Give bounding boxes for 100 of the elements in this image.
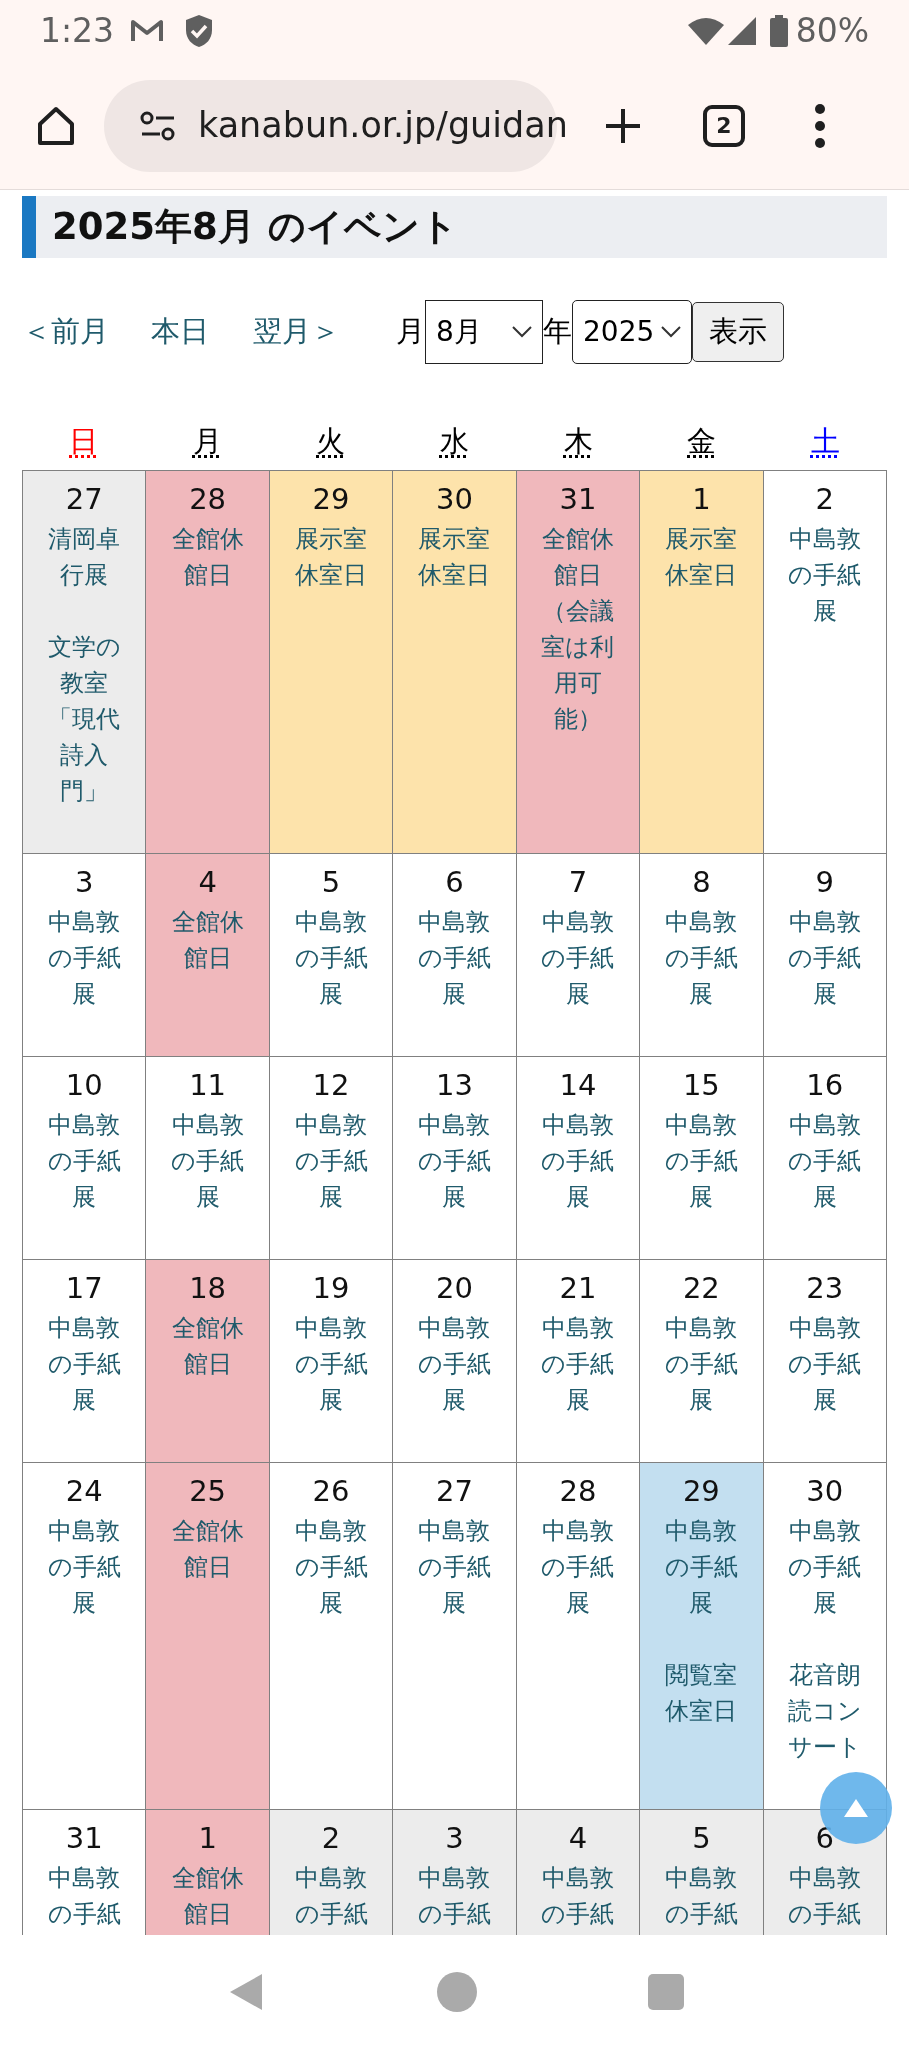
event-link[interactable]: 中島敦の手紙展 — [415, 1310, 494, 1418]
day-number: 8 — [692, 864, 711, 901]
day-number: 27 — [65, 481, 103, 518]
event-link[interactable]: 全館休館日 — [168, 904, 247, 976]
show-button[interactable]: 表示 — [692, 302, 784, 362]
event-link[interactable]: 中島敦の手紙展 — [292, 1310, 371, 1418]
day-number: 28 — [189, 481, 227, 518]
recents-button[interactable] — [647, 1973, 684, 2010]
site-settings-icon — [140, 110, 176, 141]
tab-count-button[interactable]: 2 — [703, 104, 745, 147]
event-link[interactable]: 展示室休室日 — [415, 521, 494, 593]
event-link[interactable]: 中島敦の手紙 — [45, 1860, 124, 1932]
weekday-header: 火 — [316, 423, 346, 461]
event-link[interactable]: 中島敦の手紙展 — [168, 1107, 247, 1215]
event-link[interactable]: 中島敦の手紙 — [292, 1860, 371, 1932]
day-number: 17 — [65, 1270, 103, 1307]
event-link[interactable]: 全館休館日（会議室は利用可能） — [538, 521, 617, 737]
event-link[interactable]: 中島敦の手紙展 — [45, 904, 124, 1012]
event-link[interactable]: 中島敦の手紙展 — [538, 1107, 617, 1215]
battery-icon — [769, 15, 788, 47]
heading-accent-bar — [22, 196, 36, 258]
event-link[interactable]: 中島敦の手紙展 — [292, 1107, 371, 1215]
day-number: 11 — [189, 1067, 227, 1104]
day-number: 21 — [559, 1270, 597, 1307]
day-number: 6 — [445, 864, 464, 901]
event-link[interactable]: 中島敦の手紙 — [538, 1860, 617, 1932]
event-link[interactable]: 中島敦の手紙展 — [785, 1513, 864, 1621]
up-arrow-icon — [843, 1798, 869, 1818]
day-number: 2 — [815, 481, 834, 518]
day-number: 28 — [559, 1473, 597, 1510]
day-number: 27 — [436, 1473, 473, 1510]
event-link[interactable]: 中島敦の手紙 — [785, 1860, 864, 1932]
event-link[interactable]: 中島敦の手紙展 — [292, 904, 371, 1012]
event-link[interactable]: 中島敦の手紙展 — [662, 1310, 741, 1418]
weekday-header: 土 — [810, 423, 840, 461]
day-number: 31 — [559, 481, 597, 518]
menu-button[interactable] — [813, 103, 827, 148]
event-link[interactable]: 中島敦の手紙展 — [785, 904, 864, 1012]
day-number: 9 — [815, 864, 834, 901]
event-link[interactable]: 中島敦の手紙展 — [785, 1310, 864, 1418]
battery-percent: 80% — [795, 10, 869, 53]
event-link[interactable]: 中島敦の手紙展 — [785, 521, 864, 629]
day-number: 3 — [445, 1820, 464, 1857]
day-number: 31 — [65, 1820, 103, 1857]
event-link[interactable]: 中島敦の手紙展 — [538, 904, 617, 1012]
menu-icon — [815, 103, 825, 148]
weekday-header: 月 — [192, 423, 222, 461]
event-link[interactable]: 中島敦の手紙展 — [662, 904, 741, 1012]
event-link[interactable]: 展示室休室日 — [662, 521, 741, 593]
month-nav-link[interactable]: 本日 — [151, 310, 209, 354]
event-link[interactable]: 中島敦の手紙展 — [662, 1513, 741, 1621]
url-text: kanabun.or.jp/guidan — [198, 104, 568, 148]
event-link[interactable]: 全館休館日 — [168, 1310, 247, 1382]
event-link[interactable]: 中島敦の手紙 — [415, 1860, 494, 1932]
event-link[interactable]: 中島敦の手紙展 — [415, 1107, 494, 1215]
caret-icon — [661, 326, 681, 338]
day-number: 19 — [312, 1270, 350, 1307]
weekday-header: 日 — [69, 423, 99, 461]
month-label: 月 — [396, 313, 425, 351]
event-link[interactable]: 中島敦の手紙展 — [538, 1513, 617, 1621]
event-link[interactable]: 中島敦の手紙展 — [415, 904, 494, 1012]
event-link[interactable]: 全館休館日 — [168, 521, 247, 593]
day-number: 29 — [682, 1473, 720, 1510]
event-link[interactable]: 閲覧室休室日 — [662, 1657, 741, 1729]
shield-icon — [184, 14, 215, 48]
event-link[interactable]: 中島敦の手紙展 — [45, 1107, 124, 1215]
event-link[interactable]: 全館休館日 — [168, 1860, 247, 1932]
event-link[interactable]: 花音朗読コンサート — [785, 1657, 864, 1765]
month-select[interactable]: 8月 — [425, 300, 543, 364]
day-number: 3 — [75, 864, 94, 901]
event-link[interactable]: 中島敦の手紙展 — [662, 1107, 741, 1215]
day-number: 23 — [806, 1270, 844, 1307]
event-link[interactable]: 清岡卓行展 — [45, 521, 124, 593]
day-number: 7 — [568, 864, 588, 901]
event-link[interactable]: 中島敦の手紙展 — [292, 1513, 371, 1621]
clock-time: 1:23 — [40, 10, 115, 53]
day-number: 4 — [568, 1820, 588, 1857]
event-link[interactable]: 中島敦の手紙展 — [785, 1107, 864, 1215]
year-label: 年 — [543, 313, 572, 351]
event-link[interactable]: 文学の教室「現代詩入門」 — [45, 629, 124, 809]
event-link[interactable]: 中島敦の手紙展 — [45, 1310, 124, 1418]
event-link[interactable]: 中島敦の手紙展 — [45, 1513, 124, 1621]
day-number: 25 — [189, 1473, 227, 1510]
day-number: 6 — [815, 1820, 834, 1857]
event-link[interactable]: 中島敦の手紙 — [662, 1860, 741, 1932]
event-link[interactable]: 全館休館日 — [168, 1513, 247, 1585]
home-nav-button[interactable] — [436, 1971, 477, 2012]
event-link[interactable]: 展示室休室日 — [292, 521, 371, 593]
plus-icon — [604, 106, 642, 145]
day-number: 16 — [806, 1067, 844, 1104]
day-number: 4 — [198, 864, 217, 901]
caret-icon — [512, 326, 532, 338]
month-nav-link[interactable]: ＜前月 — [22, 310, 109, 354]
mail-icon — [130, 18, 165, 44]
day-number: 29 — [312, 481, 350, 518]
event-link[interactable]: 中島敦の手紙展 — [415, 1513, 494, 1621]
month-nav-link[interactable]: 翌月＞ — [253, 310, 340, 354]
day-number: 10 — [65, 1067, 103, 1104]
year-select[interactable]: 2025 — [572, 300, 692, 364]
event-link[interactable]: 中島敦の手紙展 — [538, 1310, 617, 1418]
